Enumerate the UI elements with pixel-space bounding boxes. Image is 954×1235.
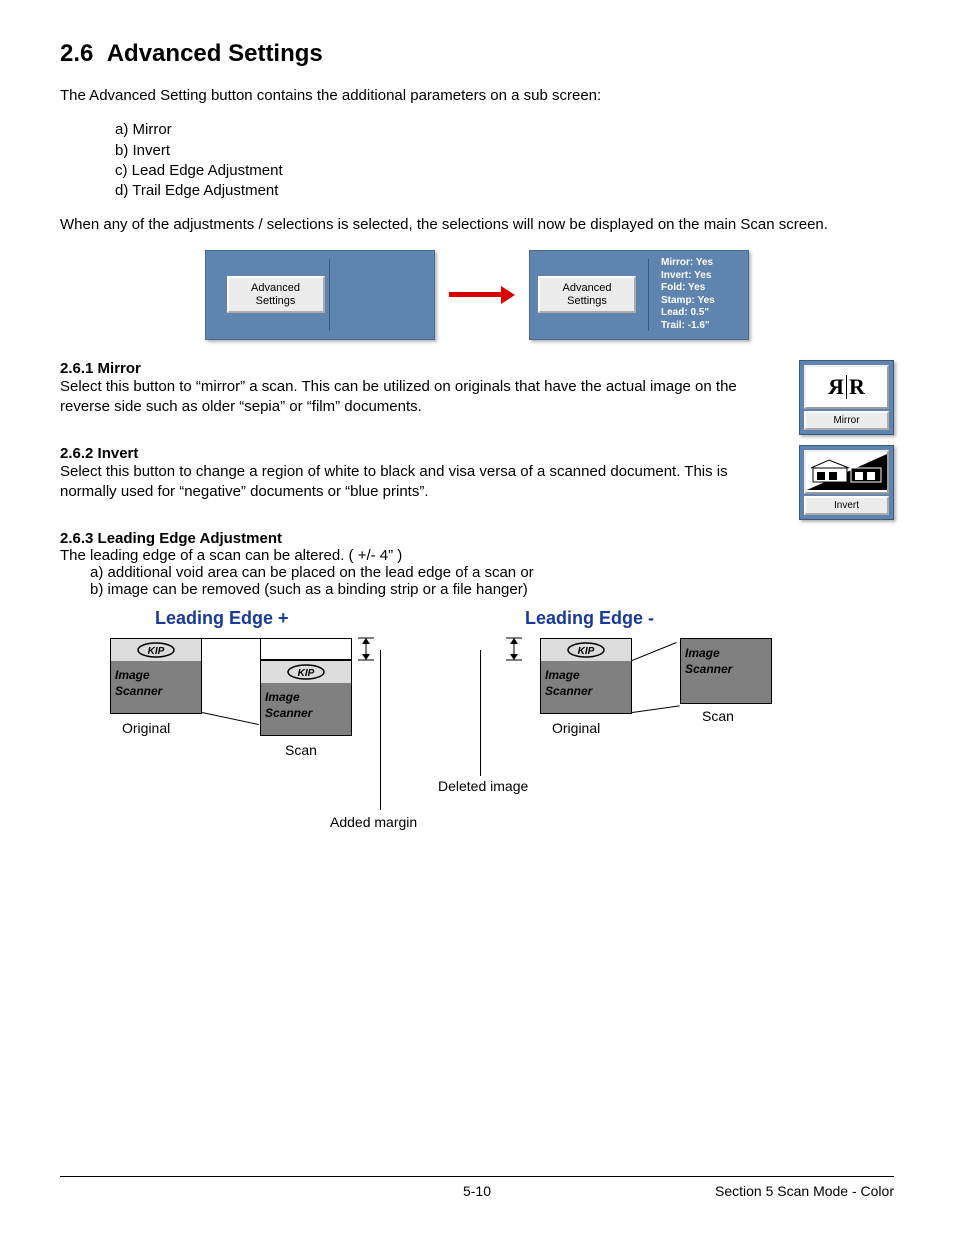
subhead-mirror: 2.6.1 Mirror: [60, 360, 779, 377]
subhead-invert: 2.6.2 Invert: [60, 445, 779, 462]
list-item: b) Invert: [115, 141, 894, 161]
panel-before: Advanced Settings: [205, 250, 435, 340]
scan-label: Scan: [702, 708, 734, 724]
mirror-icon: RR: [828, 374, 865, 400]
invert-body: Select this button to change a region of…: [60, 462, 779, 503]
advanced-settings-button[interactable]: Advanced Settings: [538, 276, 636, 313]
kip-original-box: KIP ImageScanner: [110, 638, 202, 714]
leading-plus-title: Leading Edge +: [155, 608, 289, 629]
svg-text:KIP: KIP: [578, 646, 595, 657]
leading-body: The leading edge of a scan can be altere…: [60, 547, 894, 564]
dimension-icon: [500, 636, 530, 664]
original-label: Original: [552, 720, 600, 736]
svg-text:KIP: KIP: [148, 646, 165, 657]
advanced-settings-figure: Advanced Settings Advanced Settings Mirr…: [60, 250, 894, 340]
invert-button-label: Invert: [804, 496, 889, 515]
advanced-settings-button[interactable]: Advanced Settings: [227, 276, 325, 313]
added-margin-label: Added margin: [330, 814, 417, 830]
mirror-button-label: Mirror: [804, 411, 889, 430]
added-margin-area: [260, 638, 352, 660]
page-number: 5-10: [463, 1183, 491, 1199]
svg-text:KIP: KIP: [298, 668, 315, 679]
param-list: a) Mirror b) Invert c) Lead Edge Adjustm…: [115, 120, 894, 201]
intro-text: The Advanced Setting button contains the…: [60, 86, 894, 106]
mirror-body: Select this button to “mirror” a scan. T…: [60, 377, 779, 418]
arrow-icon: [449, 286, 515, 304]
footer-section: Section 5 Scan Mode - Color: [715, 1183, 894, 1199]
list-item: a) Mirror: [115, 120, 894, 140]
subhead-leading: 2.6.3 Leading Edge Adjustment: [60, 530, 894, 547]
kip-original-box: KIP ImageScanner: [540, 638, 632, 714]
list-item: d) Trail Edge Adjustment: [115, 181, 894, 201]
invert-button[interactable]: Invert: [799, 445, 894, 520]
note-text: When any of the adjustments / selections…: [60, 215, 894, 235]
leading-minus-title: Leading Edge -: [525, 608, 654, 629]
scan-label: Scan: [285, 742, 317, 758]
leading-edge-diagram: Leading Edge + Leading Edge - KIP ImageS…: [60, 608, 894, 838]
page-title: 2.6 Advanced Settings: [60, 40, 894, 68]
kip-scan-box: KIP ImageScanner: [260, 660, 352, 736]
invert-icon: [804, 450, 889, 494]
deleted-image-label: Deleted image: [438, 778, 528, 794]
list-item: b) image can be removed (such as a bindi…: [90, 581, 894, 598]
list-item: a) additional void area can be placed on…: [90, 564, 894, 581]
list-item: c) Lead Edge Adjustment: [115, 161, 894, 181]
original-label: Original: [122, 720, 170, 736]
mirror-button[interactable]: RR Mirror: [799, 360, 894, 435]
kip-scan-box: ImageScanner: [680, 638, 772, 704]
panel-after: Advanced Settings Mirror: Yes Invert: Ye…: [529, 250, 749, 340]
status-values: Mirror: Yes Invert: Yes Fold: Yes Stamp:…: [661, 257, 715, 332]
page-footer: 5-10 Section 5 Scan Mode - Color: [60, 1176, 894, 1199]
